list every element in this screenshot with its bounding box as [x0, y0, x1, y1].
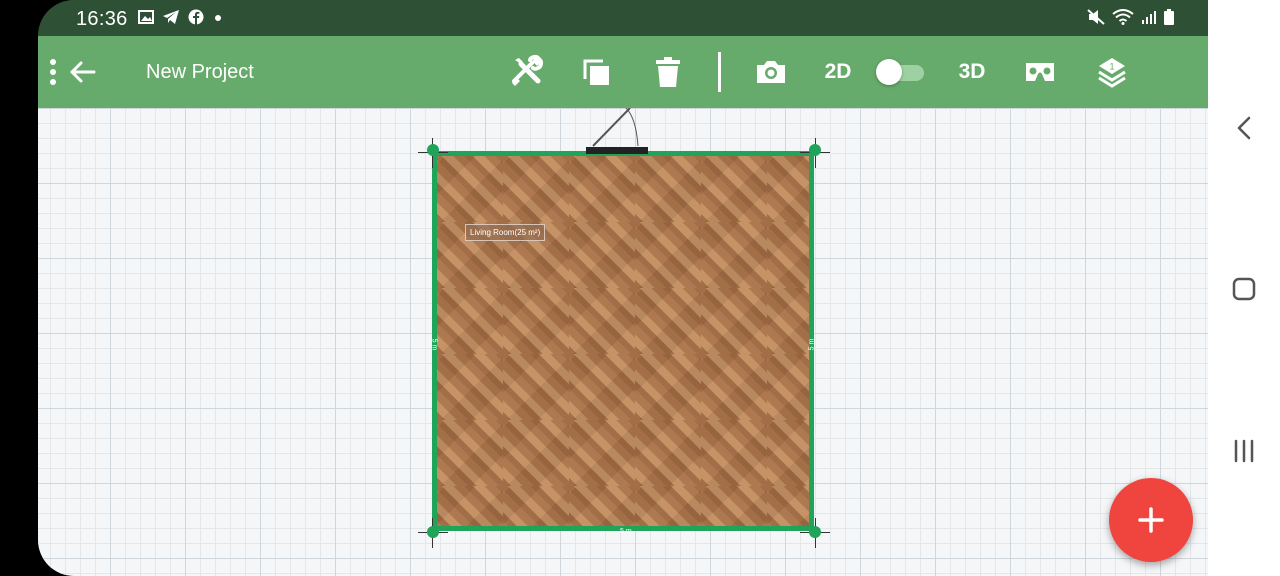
mute-icon	[1087, 9, 1105, 25]
telegram-icon	[163, 10, 179, 24]
mode-3d-button[interactable]: 3D	[952, 54, 992, 90]
tools-icon	[512, 54, 544, 86]
status-system-icons	[1087, 9, 1174, 25]
corner-handle[interactable]	[809, 144, 821, 156]
add-button[interactable]	[1109, 478, 1193, 562]
door-swing-icon	[592, 108, 639, 147]
layers-icon: 1	[1098, 58, 1126, 88]
vr-headset-icon	[1026, 63, 1054, 81]
delete-button[interactable]	[650, 54, 686, 90]
room-living[interactable]: Living Room(25 m²) 5 m 5 m 5 m	[430, 151, 816, 535]
trash-icon	[656, 57, 680, 87]
floor-plan-canvas[interactable]: Living Room(25 m²) 5 m 5 m 5 m	[38, 108, 1208, 576]
plus-icon	[1138, 507, 1164, 533]
project-title: New Project	[146, 61, 254, 83]
arrow-back-icon	[70, 61, 96, 83]
toolbar-divider	[718, 52, 721, 92]
layers-badge: 1	[1109, 62, 1114, 72]
signal-icon	[1142, 11, 1156, 24]
battery-icon	[1164, 9, 1174, 25]
tools-button[interactable]	[506, 54, 546, 90]
back-button[interactable]	[64, 54, 100, 90]
dim-bottom: 5 m	[620, 528, 632, 535]
corner-handle[interactable]	[427, 144, 439, 156]
duplicate-button[interactable]	[578, 54, 614, 90]
screenshot-button[interactable]	[752, 54, 790, 90]
toggle-knob	[876, 59, 902, 85]
app-screen: 16:36 New Project 2D 3D 1 Living Room(25…	[38, 0, 1208, 576]
home-square-icon	[1232, 277, 1256, 301]
door[interactable]	[586, 147, 648, 154]
corner-handle[interactable]	[809, 526, 821, 538]
room-label: Living Room(25 m²)	[465, 224, 546, 241]
dot-icon	[215, 15, 221, 21]
status-bar: 16:36	[38, 0, 1208, 36]
app-toolbar: New Project 2D 3D 1	[38, 36, 1208, 108]
more-vert-icon	[50, 59, 56, 85]
system-home-button[interactable]	[1228, 273, 1260, 305]
system-nav-bar	[1208, 0, 1280, 576]
vr-button[interactable]	[1020, 54, 1060, 90]
chevron-left-icon	[1237, 116, 1251, 140]
system-back-button[interactable]	[1228, 112, 1260, 144]
camera-icon	[757, 61, 785, 83]
layers-button[interactable]: 1	[1092, 54, 1132, 90]
gallery-icon	[138, 10, 154, 24]
dim-left: 5 m	[430, 338, 438, 351]
overflow-menu-button[interactable]	[38, 54, 68, 90]
status-time: 16:36	[76, 8, 128, 30]
recents-icon	[1234, 439, 1254, 463]
status-notification-icons	[138, 9, 224, 25]
mode-2d-button[interactable]: 2D	[818, 54, 858, 90]
dim-right: 5 m	[808, 338, 816, 351]
corner-handle[interactable]	[427, 526, 439, 538]
view-mode-toggle[interactable]	[876, 59, 924, 85]
wifi-icon	[1112, 9, 1134, 25]
copy-icon	[583, 59, 609, 85]
system-recents-button[interactable]	[1228, 435, 1260, 467]
facebook-icon	[188, 9, 204, 25]
